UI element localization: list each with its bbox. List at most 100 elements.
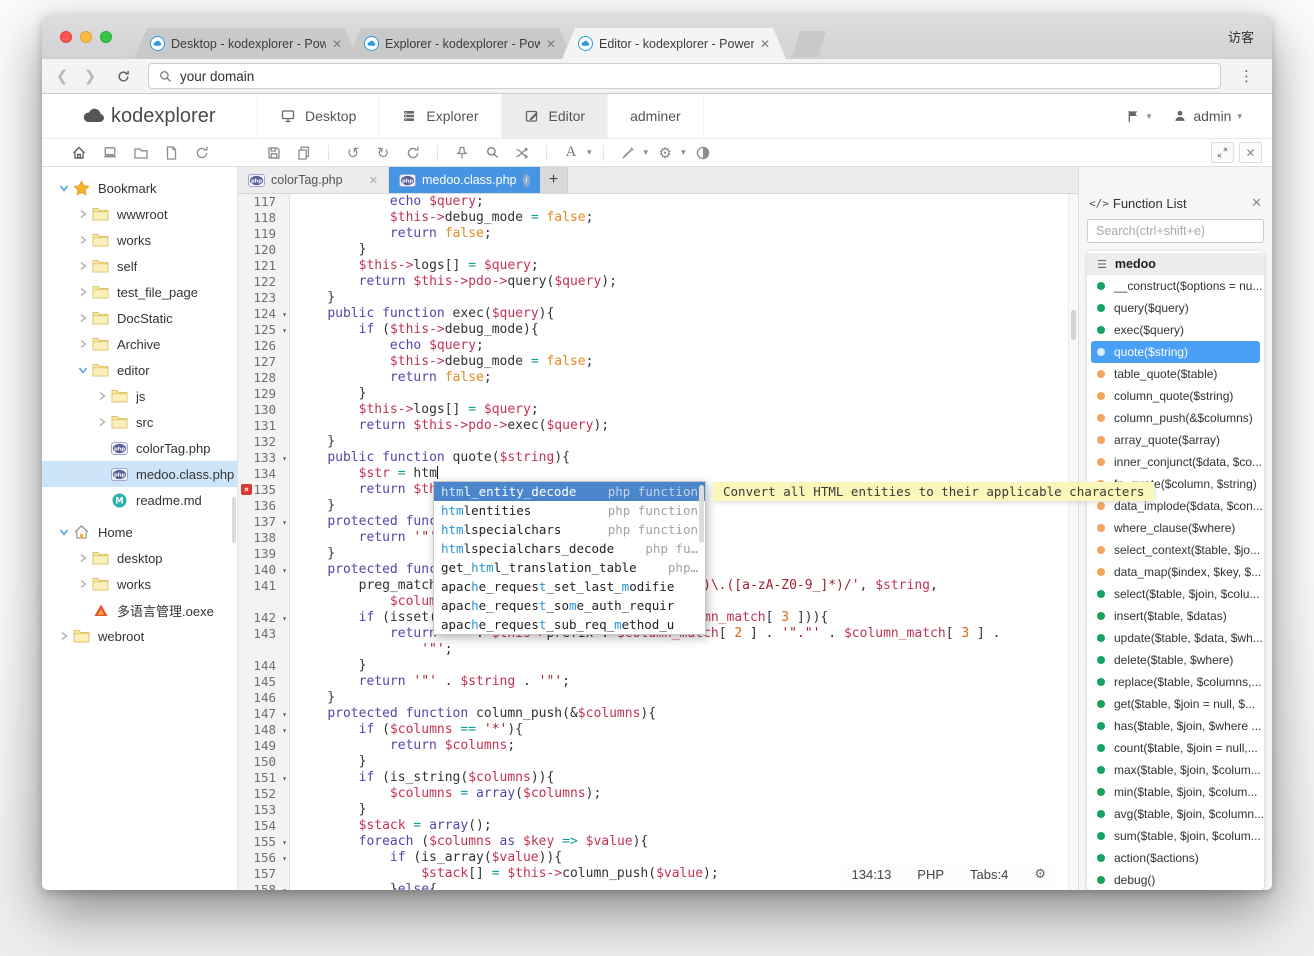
fold-icon[interactable]: ▾ (282, 515, 287, 531)
sidebar-scrollbar[interactable] (232, 497, 236, 543)
function-item[interactable]: avg($table, $join, $column... (1087, 803, 1264, 825)
tab-close-icon[interactable]: ✕ (332, 37, 342, 51)
function-group-medoo[interactable]: ☰ medoo (1087, 253, 1264, 275)
editor-tab[interactable]: php colorTag.php ✕ (238, 167, 389, 193)
tree-item-src[interactable]: src (42, 409, 237, 435)
code-line[interactable]: 149 return $columns; (238, 738, 1078, 754)
code-line[interactable]: 132 } (238, 434, 1078, 450)
tree-item-readme-md[interactable]: Mreadme.md (42, 487, 237, 513)
nav-item-editor[interactable]: Editor (501, 94, 609, 138)
code-line[interactable]: 144 } (238, 658, 1078, 674)
chevron-right-icon[interactable] (75, 208, 91, 220)
folder-line-icon[interactable] (128, 143, 154, 163)
user-menu[interactable]: admin ▾ (1173, 108, 1242, 124)
fold-icon[interactable]: ▾ (282, 835, 287, 851)
code-line[interactable]: 128 return false; (238, 370, 1078, 386)
function-item[interactable]: select_context($table, $jo... (1087, 539, 1264, 561)
browser-tab[interactable]: Editor - kodexplorer - Powered ✕ (562, 28, 786, 59)
autocomplete-item[interactable]: get_html_translation_table php… (434, 558, 705, 577)
nav-item-desktop[interactable]: Desktop (257, 94, 380, 138)
tree-item-archive[interactable]: Archive (42, 331, 237, 357)
eye-icon[interactable] (690, 143, 716, 163)
code-line[interactable]: 134 $str = htm (238, 466, 1078, 482)
save-icon[interactable] (261, 143, 287, 163)
chevron-down-icon[interactable] (56, 183, 72, 193)
close-icon[interactable]: ✕ (1251, 195, 1262, 211)
tree-item-webroot[interactable]: webroot (42, 623, 237, 649)
chevron-right-icon[interactable] (75, 338, 91, 350)
code-line[interactable]: 146 } (238, 690, 1078, 706)
tree-item-works[interactable]: works (42, 571, 237, 597)
shuffle-icon[interactable] (509, 143, 535, 163)
code-line[interactable]: 119 return false; (238, 226, 1078, 242)
fold-icon[interactable]: ▾ (282, 883, 287, 890)
tree-item-desktop[interactable]: desktop (42, 545, 237, 571)
code-line[interactable]: 117 echo $query; (238, 194, 1078, 210)
tree-item-bookmark[interactable]: Bookmark (42, 175, 237, 201)
function-item[interactable]: data_map($index, $key, $... (1087, 561, 1264, 583)
zoom-window-button[interactable] (100, 31, 112, 43)
home-icon[interactable] (66, 143, 92, 163)
fold-icon[interactable]: ▾ (282, 307, 287, 323)
code-line[interactable]: 131 return $this->pdo->exec($query); (238, 418, 1078, 434)
code-line[interactable]: 126 echo $query; (238, 338, 1078, 354)
code-line[interactable]: 122 return $this->pdo->query($query); (238, 274, 1078, 290)
fold-icon[interactable]: ▾ (282, 323, 287, 339)
function-item[interactable]: max($table, $join, $colum... (1087, 759, 1264, 781)
function-item[interactable]: has($table, $join, $where ... (1087, 715, 1264, 737)
nav-item-adminer[interactable]: adminer (608, 94, 704, 138)
language-menu[interactable]: ▾ (1126, 109, 1151, 124)
chevron-down-icon[interactable] (75, 365, 91, 375)
fontA-icon[interactable]: A (558, 143, 584, 163)
code-line[interactable]: 124 ▾ public function exec($query){ (238, 306, 1078, 322)
code-line[interactable]: 154 $stack = array(); (238, 818, 1078, 834)
code-line[interactable]: 152 $columns = array($columns); (238, 786, 1078, 802)
window-controls[interactable] (60, 31, 112, 43)
code-line[interactable]: 120 } (238, 242, 1078, 258)
redo-icon[interactable]: ↻ (370, 143, 396, 163)
laptop-icon[interactable] (97, 143, 123, 163)
chevron-right-icon[interactable] (56, 630, 72, 642)
autocomplete-item[interactable]: apache_request_set_last_modifie (434, 577, 705, 596)
fold-icon[interactable]: ▾ (282, 611, 287, 627)
settings-gear-icon[interactable]: ⚙ (1034, 866, 1046, 882)
chevron-right-icon[interactable] (75, 552, 91, 564)
fold-icon[interactable]: ▾ (282, 563, 287, 579)
gear-icon[interactable]: ⚙ (652, 143, 678, 163)
function-item[interactable]: array_quote($array) (1087, 429, 1264, 451)
tab-close-icon[interactable]: ✕ (760, 37, 770, 51)
editor-tab[interactable]: php medoo.class.php i (389, 167, 540, 193)
code-line[interactable]: 123 } (238, 290, 1078, 306)
file-line-icon[interactable] (158, 143, 184, 163)
autocomplete-item[interactable]: apache_request_some_auth_requir (434, 596, 705, 615)
undo-icon[interactable]: ↺ (340, 143, 366, 163)
tab-close-icon[interactable]: ✕ (546, 37, 556, 51)
forward-icon[interactable]: ❯ (82, 67, 98, 85)
tree-item-colortag-php[interactable]: php colorTag.php (42, 435, 237, 461)
code-line[interactable]: 125 ▾ if ($this->debug_mode){ (238, 322, 1078, 338)
code-line[interactable]: 155 ▾ foreach ($columns as $key => $value… (238, 834, 1078, 850)
function-item[interactable]: sum($table, $join, $colum... (1087, 825, 1264, 847)
function-item[interactable]: where_clause($where) (1087, 517, 1264, 539)
function-item[interactable]: quote($string) (1091, 341, 1260, 363)
tree-item-editor[interactable]: editor (42, 357, 237, 383)
function-item[interactable]: count($table, $join = null,... (1087, 737, 1264, 759)
paste-icon[interactable] (291, 143, 317, 163)
chevron-right-icon[interactable] (94, 390, 110, 402)
close-window-button[interactable] (60, 31, 72, 43)
code-line[interactable]: '"'; (238, 642, 1078, 658)
browser-tab[interactable]: Explorer - kodexplorer - Powe ✕ (348, 28, 572, 59)
code-line[interactable]: 153 } (238, 802, 1078, 818)
function-item[interactable]: inner_conjunct($data, $co... (1087, 451, 1264, 473)
function-item[interactable]: replace($table, $columns,... (1087, 671, 1264, 693)
editor-scrollbar-thumb[interactable] (1071, 310, 1076, 340)
url-box[interactable]: your domain (148, 63, 1221, 89)
code-line[interactable]: 129 } (238, 386, 1078, 402)
tree-item--oexe[interactable]: 多语言管理.oexe (42, 597, 237, 623)
sync-icon[interactable] (189, 143, 215, 163)
autocomplete-item[interactable]: html_entity_decode php function (434, 482, 705, 501)
tab-info-icon[interactable]: i (522, 173, 530, 187)
fold-icon[interactable]: ▾ (282, 771, 287, 787)
code-line[interactable]: 127 $this->debug_mode = false; (238, 354, 1078, 370)
code-line[interactable]: 151 ▾ if (is_string($columns)){ (238, 770, 1078, 786)
